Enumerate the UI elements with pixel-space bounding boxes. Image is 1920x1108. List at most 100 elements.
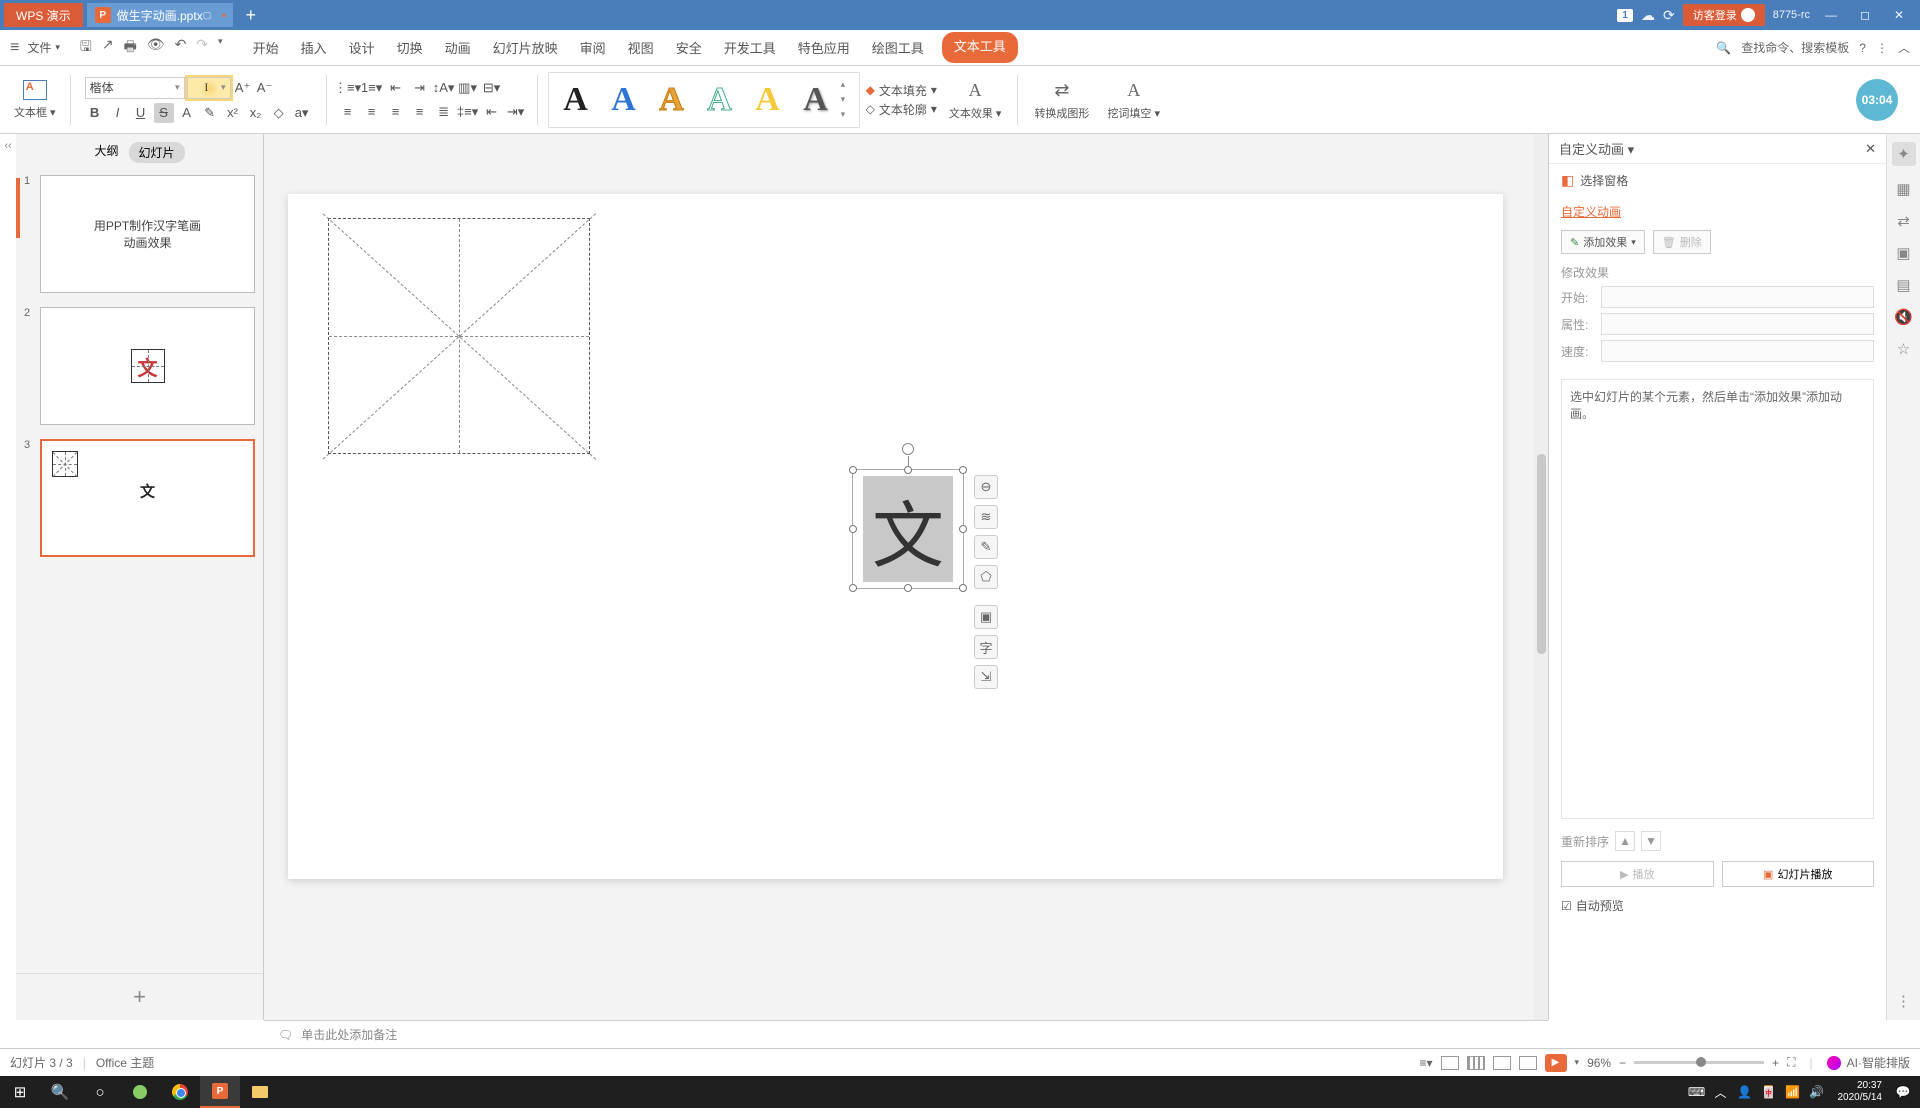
convert-to-shape-button[interactable]: ⇄ 转换成图形 [1028, 79, 1095, 121]
underline-icon[interactable]: U [131, 103, 151, 123]
reading-view-icon[interactable] [1493, 1056, 1511, 1070]
selection-pane-button[interactable]: ◧ 选择窗格 [1549, 164, 1886, 197]
float-crop-icon[interactable]: ▣ [974, 605, 998, 629]
indent-left-icon[interactable]: ⇤ [481, 102, 503, 122]
strip-object-icon[interactable]: ▣ [1896, 244, 1910, 262]
search-hint[interactable]: 查找命令、搜索模板 [1741, 39, 1849, 56]
tab-menu-icon[interactable]: ▢ [203, 10, 212, 21]
tab-design[interactable]: 设计 [345, 32, 379, 63]
font-name-select[interactable]: 楷体▾ [85, 77, 185, 99]
sorter-view-icon[interactable] [1467, 1056, 1485, 1070]
ai-layout-button[interactable]: AI·智能排版 [1827, 1054, 1910, 1071]
view-menu-icon[interactable]: ≡▾ [1420, 1056, 1433, 1070]
search-icon[interactable]: 🔍 [1716, 41, 1731, 55]
undo-icon[interactable]: ↶ [175, 36, 187, 60]
resize-handle[interactable] [904, 466, 912, 474]
vertical-scrollbar[interactable] [1534, 134, 1548, 1020]
superscript-icon[interactable]: x² [223, 103, 243, 123]
clear-format-icon[interactable]: ◇ [269, 103, 289, 123]
highlight-icon[interactable]: ✎ [200, 103, 220, 123]
preview-icon[interactable]: 👁 [147, 36, 165, 60]
print-icon[interactable]: 🖶 [124, 36, 137, 60]
zoom-slider[interactable] [1634, 1061, 1764, 1064]
tab-drawtools[interactable]: 绘图工具 [868, 32, 928, 63]
notes-bar[interactable]: 🗨 单击此处添加备注 [264, 1020, 1548, 1048]
outline-view[interactable]: 大纲 [94, 142, 118, 163]
text-effect-button[interactable]: A 文本效果 ▾ [943, 79, 1008, 121]
slide-editor[interactable]: 文 ⊖ ≋ ✎ ⬠ ▣ 字 ⇲ [264, 134, 1548, 1020]
indent-right-icon[interactable]: ⇥▾ [505, 102, 527, 122]
outdent-icon[interactable]: ⇤ [385, 78, 407, 98]
tray-wifi-icon[interactable]: 📶 [1782, 1085, 1804, 1099]
tab-texttools[interactable]: 文本工具 [942, 32, 1018, 63]
tray-notification-icon[interactable]: 💬 [1892, 1085, 1914, 1099]
strip-design-icon[interactable]: ▦ [1896, 180, 1910, 198]
chrome-button[interactable] [160, 1076, 200, 1108]
float-text-icon[interactable]: 字 [974, 635, 998, 659]
maximize-button[interactable]: ◻ [1852, 8, 1878, 22]
save-icon[interactable]: 🖫 [80, 36, 92, 60]
float-collapse-icon[interactable]: ⊖ [974, 475, 998, 499]
mi-grid[interactable] [328, 218, 590, 454]
tab-developer[interactable]: 开发工具 [720, 32, 780, 63]
add-slide-button[interactable]: + [16, 973, 263, 1020]
align-text-icon[interactable]: ⊟▾ [481, 78, 503, 98]
strip-settings-icon[interactable]: ⋮ [1896, 992, 1911, 1010]
close-pane-icon[interactable]: ✕ [1865, 141, 1876, 157]
close-button[interactable]: ✕ [1886, 8, 1912, 22]
strip-template-icon[interactable]: ⇄ [1897, 212, 1910, 230]
style-a-6[interactable]: A [793, 77, 839, 123]
collapse-panel-icon[interactable]: ‹‹ [0, 134, 16, 1020]
indent-icon[interactable]: ⇥ [409, 78, 431, 98]
numbering-icon[interactable]: 1≡▾ [361, 78, 383, 98]
font-color-icon[interactable]: A [177, 103, 197, 123]
cortana-button[interactable]: ○ [80, 1076, 120, 1108]
increase-font-icon[interactable]: A⁺ [233, 78, 253, 98]
resize-handle[interactable] [959, 584, 967, 592]
resize-handle[interactable] [959, 466, 967, 474]
text-direction-icon[interactable]: ↕A▾ [433, 78, 455, 98]
align-justify-icon[interactable]: ≡ [409, 102, 431, 122]
style-a-5[interactable]: A [745, 77, 791, 123]
italic-icon[interactable]: I [108, 103, 128, 123]
font-size-select[interactable]: I▾ [187, 77, 231, 99]
minimize-button[interactable]: — [1818, 8, 1844, 22]
explorer-button[interactable] [240, 1076, 280, 1108]
normal-view-icon[interactable] [1441, 1056, 1459, 1070]
resize-handle[interactable] [849, 525, 857, 533]
float-edit-icon[interactable]: ✎ [974, 535, 998, 559]
zoom-out-icon[interactable]: − [1619, 1056, 1626, 1070]
text-fill-button[interactable]: ◆文本填充 ▾ [866, 82, 937, 99]
slideshow-icon[interactable]: ▶ [1545, 1054, 1567, 1072]
bold-icon[interactable]: B [85, 103, 105, 123]
strip-resource-icon[interactable]: ▤ [1896, 276, 1910, 294]
thumbnail-1[interactable]: 用PPT制作汉字笔画 动画效果 [40, 175, 255, 293]
strip-animation-icon[interactable]: ✦ [1892, 142, 1916, 166]
redo-icon[interactable]: ↷ [196, 36, 208, 60]
document-tab[interactable]: P 做生字动画.pptx ▢ ● [87, 3, 233, 27]
decrease-font-icon[interactable]: A⁻ [255, 78, 275, 98]
tray-ime-icon[interactable]: 🀄 [1758, 1085, 1780, 1099]
tab-view[interactable]: 视图 [624, 32, 658, 63]
tab-security[interactable]: 安全 [672, 32, 706, 63]
hamburger-icon[interactable]: ≡ [10, 39, 19, 57]
style-a-1[interactable]: A [553, 77, 599, 123]
float-layers-icon[interactable]: ≋ [974, 505, 998, 529]
add-effect-button[interactable]: ✎添加效果▾ [1561, 230, 1645, 254]
selected-textbox[interactable]: 文 ⊖ ≋ ✎ ⬠ ▣ 字 ⇲ [852, 469, 964, 589]
export-icon[interactable]: ↗ [102, 36, 114, 60]
tray-keyboard-icon[interactable]: ⌨ [1686, 1085, 1708, 1099]
float-link-icon[interactable]: ⇲ [974, 665, 998, 689]
cloze-button[interactable]: A 挖词填空 ▾ [1101, 79, 1166, 121]
tab-transition[interactable]: 切换 [393, 32, 427, 63]
slide-canvas[interactable]: 文 ⊖ ≋ ✎ ⬠ ▣ 字 ⇲ [288, 194, 1503, 879]
auto-preview-checkbox[interactable]: ☑自动预览 [1549, 891, 1886, 920]
qat-more-icon[interactable]: ▾ [218, 36, 223, 60]
tab-slideshow[interactable]: 幻灯片放映 [489, 32, 562, 63]
subscript-icon[interactable]: x₂ [246, 103, 266, 123]
distribute-icon[interactable]: ≣ [433, 102, 455, 122]
zoom-level[interactable]: 96% [1587, 1056, 1611, 1070]
style-a-4[interactable]: A [697, 77, 743, 123]
notes-placeholder[interactable]: 单击此处添加备注 [301, 1026, 397, 1043]
taskview-button[interactable] [120, 1076, 160, 1108]
